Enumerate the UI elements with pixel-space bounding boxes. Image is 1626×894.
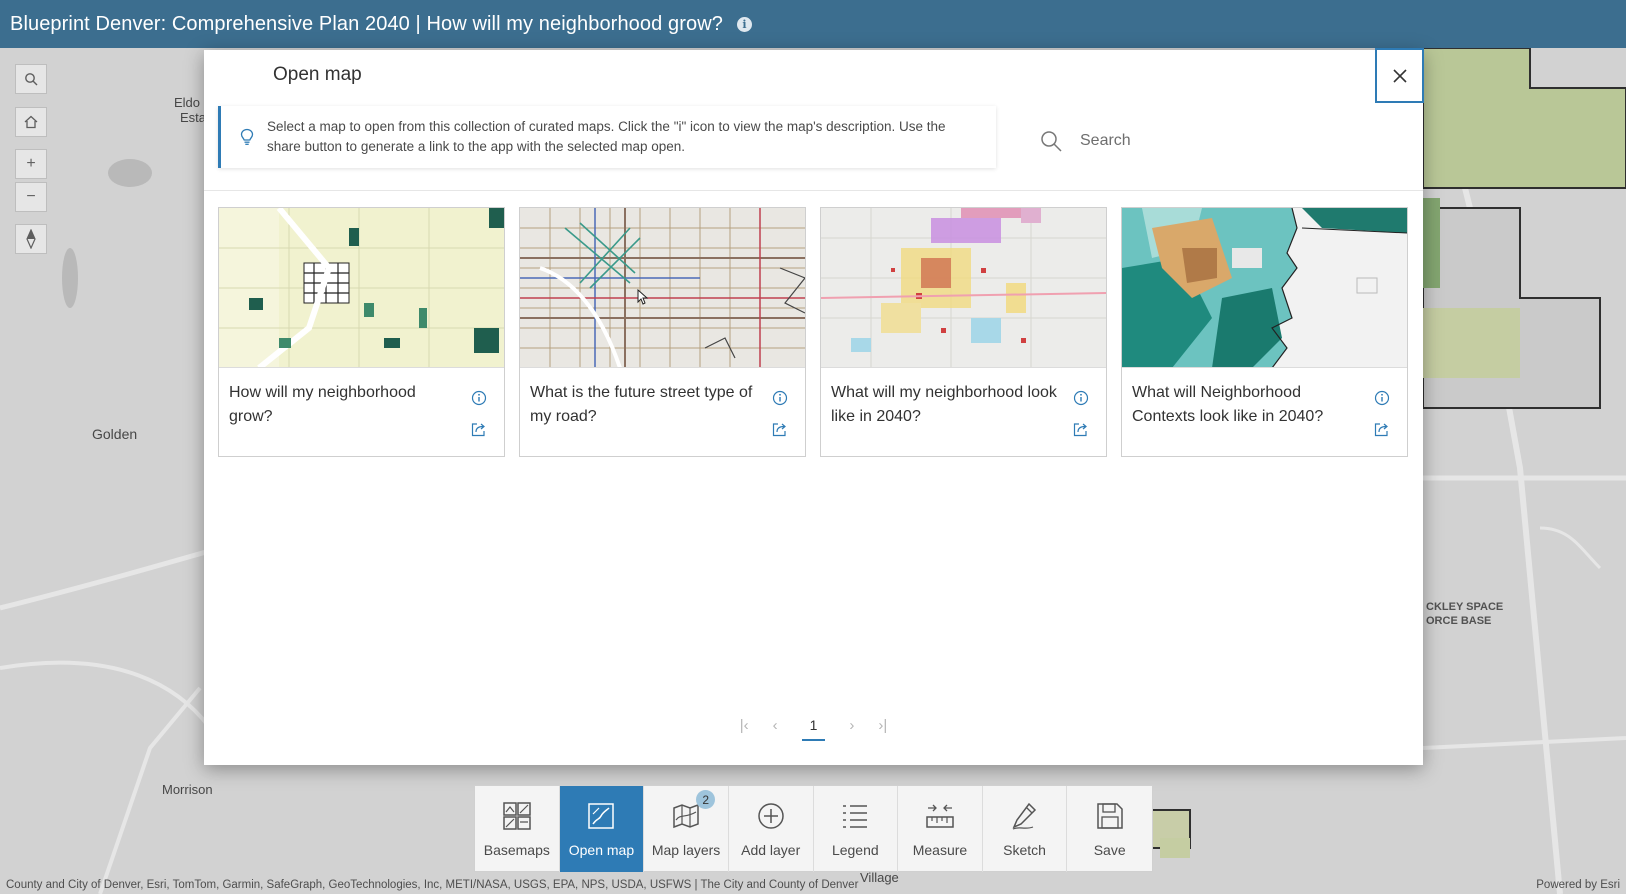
info-icon[interactable]: i [736,16,752,32]
map-thumbnail-image [520,208,805,367]
basemaps-button[interactable]: Basemaps [475,786,560,872]
map-thumbnail [520,208,805,368]
legend-icon [843,805,868,828]
dialog-title: Open map [273,64,362,85]
info-icon[interactable] [1073,390,1089,406]
sketch-icon [1012,802,1036,830]
share-icon[interactable] [471,422,486,437]
basemaps-icon [503,802,531,830]
card-title: How will my neighborhood grow? [229,384,416,425]
app-title: Blueprint Denver: Comprehensive Plan 204… [10,12,723,35]
divider [204,190,1423,191]
last-page-button[interactable]: ›| [878,717,887,734]
save-icon [1096,803,1123,829]
tool-label: Basemaps [483,842,550,858]
save-button[interactable]: Save [1067,786,1152,872]
tool-label: Legend [831,842,879,858]
map-thumbnail-image [219,208,504,367]
open-map-icon [588,803,615,829]
pagination: |‹ ‹ 1 › ›| [204,710,1423,741]
info-icon[interactable] [1374,390,1390,406]
powered-by-esri[interactable]: Powered by Esri [1536,879,1620,891]
lightbulb-icon [240,128,254,145]
prev-page-button[interactable]: ‹ [773,717,778,734]
tool-label: Open map [568,842,635,858]
tool-label: Save [1093,842,1126,858]
map-card[interactable]: How will my neighborhood grow? [218,207,505,457]
map-thumbnail-image [821,208,1106,367]
tool-label: Map layers [651,842,721,858]
first-page-button[interactable]: |‹ [740,717,749,734]
card-title: What is the future street type of my roa… [530,384,753,425]
map-thumbnail [821,208,1106,368]
measure-icon [926,804,954,828]
open-map-dialog: Open map Select a map to open from this … [204,48,1424,765]
tool-label: Add layer [741,842,801,858]
share-icon[interactable] [1374,422,1389,437]
map-layers-button[interactable]: 2 Map layers [644,786,729,872]
sketch-button[interactable]: Sketch [983,786,1068,872]
info-icon[interactable] [471,390,487,406]
map-card-list: How will my neighborhood grow? What is t… [218,207,1422,457]
instruction-notice: Select a map to open from this collectio… [218,106,996,168]
bottom-toolbar: Basemaps Open map 2 Map layers Add layer… [474,785,1153,872]
measure-button[interactable]: Measure [898,786,983,872]
current-page[interactable]: 1 [801,717,826,741]
close-button[interactable] [1375,48,1424,103]
open-map-button[interactable]: Open map [559,786,645,872]
card-title: What will my neighborhood look like in 2… [831,384,1057,425]
map-attribution[interactable]: County and City of Denver, Esri, TomTom,… [6,879,858,891]
close-icon [1392,68,1407,83]
map-thumbnail [1122,208,1407,368]
map-thumbnail [219,208,504,368]
layer-count-badge: 2 [696,790,716,809]
search-input[interactable]: Search [1080,132,1131,150]
add-layer-button[interactable]: Add layer [729,786,814,872]
card-title: What will Neighborhood Contexts look lik… [1132,384,1324,425]
info-icon[interactable] [772,390,788,406]
map-card[interactable]: What will my neighborhood look like in 2… [820,207,1107,457]
map-card[interactable]: What is the future street type of my roa… [519,207,806,457]
map-thumbnail-image [1122,208,1407,367]
map-card[interactable]: What will Neighborhood Contexts look lik… [1121,207,1408,457]
tool-label: Sketch [1003,842,1046,858]
legend-button[interactable]: Legend [814,786,899,872]
share-icon[interactable] [772,422,787,437]
notice-text: Select a map to open from this collectio… [267,119,946,154]
next-page-button[interactable]: › [849,717,854,734]
tool-label: Measure [912,842,968,858]
app-header: Blueprint Denver: Comprehensive Plan 204… [0,0,1626,48]
share-icon[interactable] [1073,422,1088,437]
search-icon [1041,131,1062,152]
search-field[interactable]: Search [1040,130,1131,152]
add-layer-icon [757,803,784,829]
